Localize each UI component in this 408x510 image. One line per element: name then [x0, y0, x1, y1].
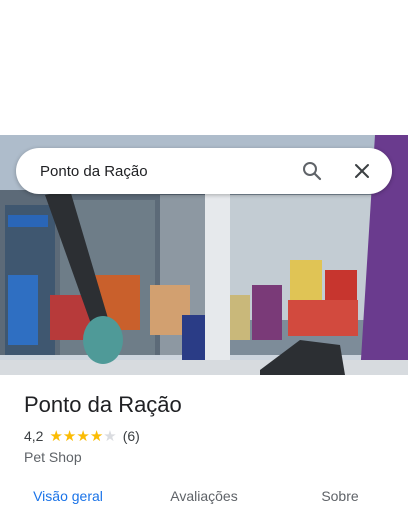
star-icon: ★ [62, 427, 77, 445]
search-icon [303, 162, 322, 181]
place-title: Ponto da Ração [24, 392, 182, 417]
search-bar[interactable]: Ponto da Ração [16, 148, 392, 194]
review-count[interactable]: (6) [123, 428, 140, 444]
close-icon [355, 164, 369, 178]
search-button[interactable] [294, 153, 330, 189]
tab-overview[interactable]: Visão geral [0, 486, 136, 510]
rating-row[interactable]: 4,2 ★ ★ ★ ★ ★ (6) [24, 428, 140, 444]
search-input[interactable]: Ponto da Ração [40, 163, 294, 180]
close-button[interactable] [344, 153, 380, 189]
place-tabs: Visão geral Avaliações Sobre [0, 486, 408, 510]
star-rating: ★ ★ ★ ★ ★ [49, 429, 116, 444]
star-icon: ★ [103, 427, 117, 445]
star-icon: ★ [49, 427, 63, 445]
rating-value: 4,2 [24, 428, 44, 444]
star-icon: ★ [76, 427, 90, 445]
tab-about[interactable]: Sobre [272, 486, 408, 510]
star-icon: ★ [89, 427, 104, 445]
place-category[interactable]: Pet Shop [24, 449, 82, 465]
blank-header-area [0, 0, 408, 135]
tab-reviews[interactable]: Avaliações [136, 486, 272, 510]
